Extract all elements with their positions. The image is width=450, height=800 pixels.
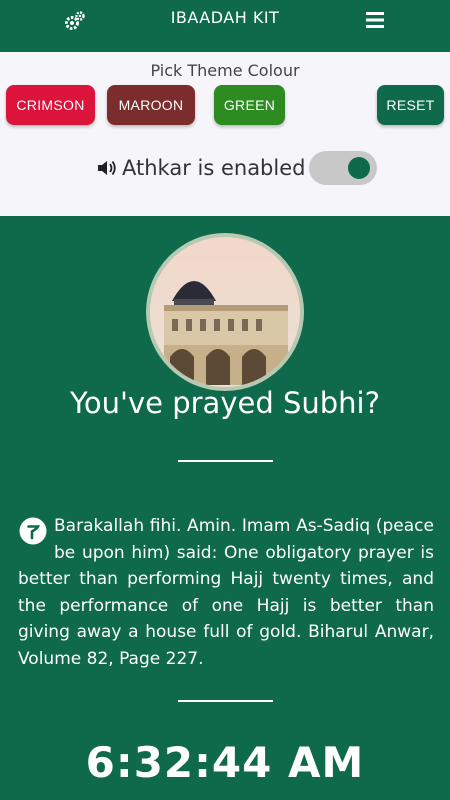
- athkar-toggle[interactable]: [309, 151, 377, 185]
- hadith-text: Barakallah fihi. Amin. Imam As-Sadiq (pe…: [18, 516, 434, 669]
- theme-panel: Pick Theme Colour CRIMSON MAROON GREEN R…: [0, 52, 450, 216]
- green-button[interactable]: GREEN: [214, 85, 285, 125]
- athkar-label: Athkar is enabled: [122, 156, 306, 180]
- athkar-row: Athkar is enabled: [96, 152, 305, 184]
- toggle-knob: [348, 157, 370, 179]
- speaker-icon: [98, 160, 116, 176]
- clock-time: 6:32:44 AM: [85, 738, 365, 787]
- hadith-quote: Barakallah fihi. Amin. Imam As-Sadiq (pe…: [18, 513, 434, 672]
- hamburger-menu-icon[interactable]: [364, 10, 386, 30]
- reset-button[interactable]: RESET: [377, 85, 444, 125]
- hadith-icon: [19, 517, 47, 545]
- theme-heading: Pick Theme Colour: [150, 61, 300, 80]
- divider-top: [178, 460, 273, 462]
- crimson-button[interactable]: CRIMSON: [6, 85, 95, 125]
- maroon-button[interactable]: MAROON: [107, 85, 195, 125]
- mosque-image: [150, 237, 300, 387]
- divider-bottom: [178, 700, 273, 702]
- app-header: IBAADAH KIT: [0, 0, 450, 52]
- prayer-question: You've prayed Subhi?: [70, 386, 380, 420]
